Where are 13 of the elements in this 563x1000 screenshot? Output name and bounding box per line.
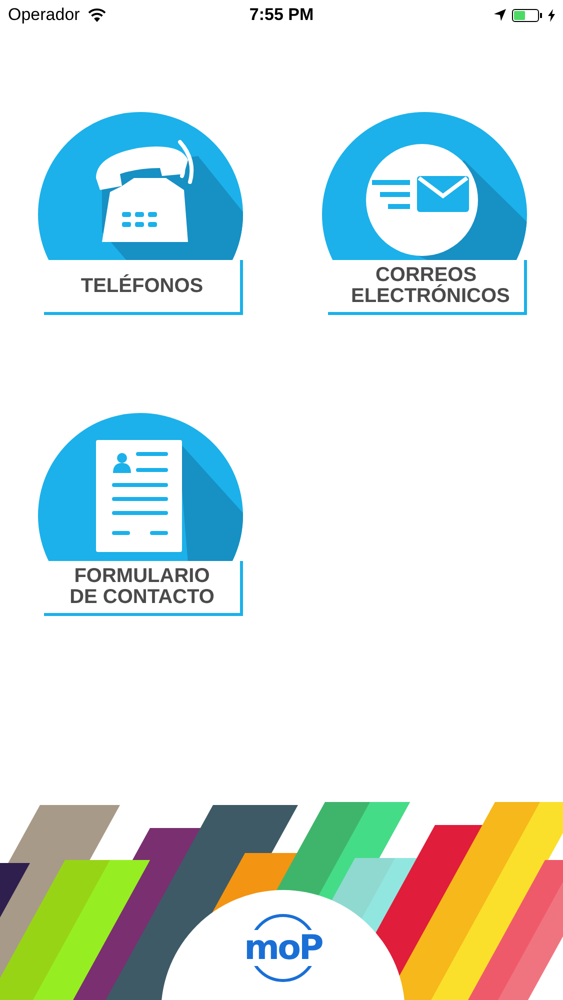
menu-tile[interactable]: TELÉFONOS [38, 112, 243, 315]
logo: moP [215, 912, 351, 984]
menu-tile[interactable]: FORMULARIO DE CONTACTO [38, 413, 243, 616]
charging-bolt-icon [548, 8, 555, 22]
location-arrow-icon [494, 9, 506, 21]
battery-icon [512, 8, 542, 22]
document-icon [38, 413, 243, 561]
mail-icon [322, 112, 527, 260]
wifi-icon [88, 8, 106, 22]
carrier-name: Operador [8, 5, 80, 25]
clock-time: 7:55 PM [249, 5, 314, 25]
menu-tile[interactable]: CORREOS ELECTRÓNICOS [322, 112, 527, 315]
phone-icon [38, 112, 243, 260]
